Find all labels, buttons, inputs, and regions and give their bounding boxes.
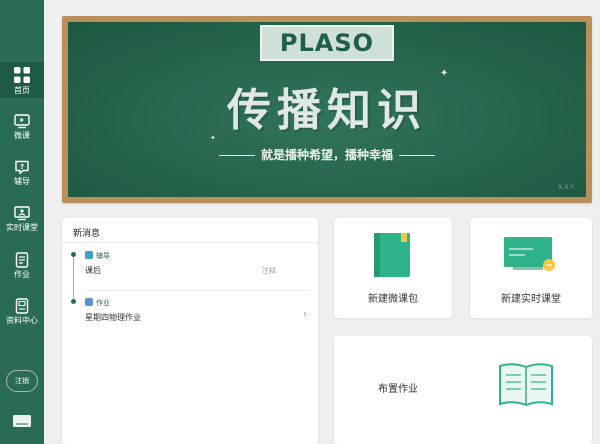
assign-homework-label: 布置作业 <box>378 384 418 395</box>
grid-icon <box>14 67 30 83</box>
chalkboard: PLASO 传播知识 ✦ ✦ 就是播种希望，播种幸福 X.X.Y <box>68 22 586 197</box>
tutoring-tag-icon <box>85 251 93 259</box>
news-item-text: 课后 <box>85 266 101 275</box>
chevron-right-icon: › <box>303 309 307 320</box>
news-title: 新消息 <box>73 229 101 239</box>
nav-label-micro-lesson: 微课 <box>14 131 30 140</box>
board-signature: X.X.Y <box>558 184 574 191</box>
homework-icon <box>15 252 29 268</box>
nav-item-resource-center[interactable]: 资料中心 <box>0 298 44 330</box>
news-item-category: 辅导 <box>96 252 110 260</box>
sidebar: 首页 微课 ? 辅导 实时课堂 作业 资料中心 注销 <box>0 0 44 444</box>
video-icon <box>14 114 30 129</box>
banner-frame: PLASO 传播知识 ✦ ✦ 就是播种希望，播种幸福 X.X.Y <box>62 16 592 203</box>
news-item-text: 星期四物理作业 <box>85 313 141 322</box>
open-book-icon <box>499 363 553 407</box>
timeline-line <box>73 253 74 303</box>
sparkle-icon: ✦ <box>210 134 216 142</box>
homework-tag-icon <box>85 298 93 306</box>
plaso-logo: PLASO <box>260 25 394 61</box>
keyboard-icon[interactable] <box>12 414 32 428</box>
nav-label-live-class: 实时课堂 <box>6 223 38 232</box>
question-icon: ? <box>15 160 29 175</box>
timeline-dot <box>71 252 76 257</box>
nav-item-live-class[interactable]: 实时课堂 <box>0 206 44 238</box>
banner-subslogan: 就是播种希望，播种幸福 <box>68 146 586 163</box>
nav-item-home[interactable]: 首页 <box>0 62 44 98</box>
news-item-note: 注释 <box>262 267 276 275</box>
nav-label-home: 首页 <box>14 86 30 95</box>
nav-item-tutoring[interactable]: ? 辅导 <box>0 160 44 192</box>
timeline-dot <box>71 299 76 304</box>
live-blackboard-icon <box>504 237 555 271</box>
micro-lesson-book-icon <box>374 233 410 277</box>
classroom-icon <box>14 206 30 221</box>
nav-item-homework[interactable]: 作业 <box>0 252 44 284</box>
nav-label-resource-center: 资料中心 <box>6 316 38 325</box>
nav-item-micro-lesson[interactable]: 微课 <box>0 114 44 146</box>
banner-slogan: 传播知识 <box>227 85 427 136</box>
star-icon: ✦ <box>440 68 449 79</box>
new-live-class-button[interactable]: 新建实时课堂 <box>470 218 592 318</box>
nav-label-homework: 作业 <box>14 270 30 279</box>
new-live-class-label: 新建实时课堂 <box>501 294 561 305</box>
news-item-category: 作业 <box>96 299 110 307</box>
folder-icon <box>15 298 29 314</box>
new-micro-lesson-label: 新建微课包 <box>368 294 418 305</box>
new-micro-lesson-button[interactable]: 新建微课包 <box>334 218 452 318</box>
svg-text:?: ? <box>20 163 24 171</box>
nav-label-tutoring: 辅导 <box>14 177 30 186</box>
logout-button[interactable]: 注销 <box>6 370 38 392</box>
assign-homework-button[interactable]: 布置作业 <box>334 336 592 444</box>
